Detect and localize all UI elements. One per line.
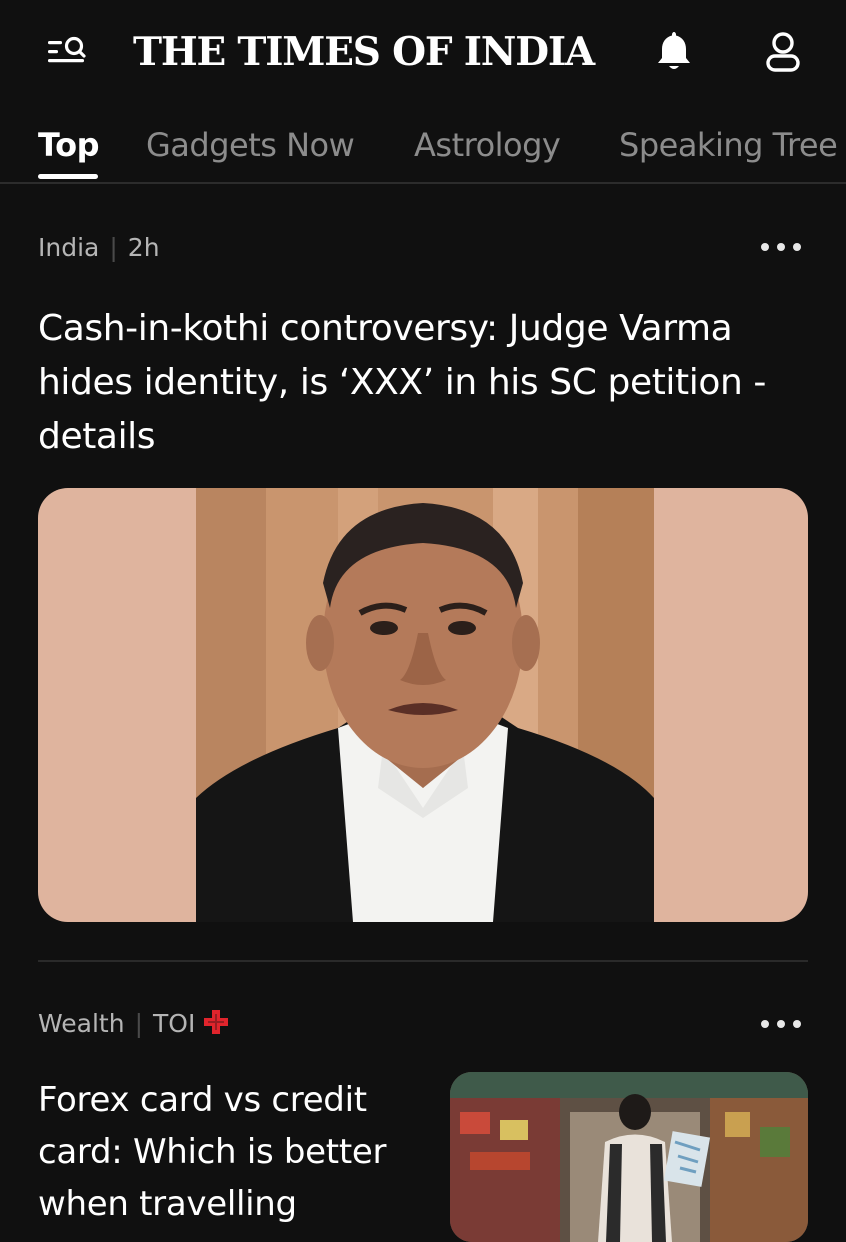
article-meta: Wealth | TOI xyxy=(38,1009,229,1038)
top-header: THE TIMES OF INDIA xyxy=(0,0,846,105)
tab-speaking-tree[interactable]: Speaking Tree xyxy=(619,126,838,164)
article-headline[interactable]: Cash-in-kothi controversy: Judge Varma h… xyxy=(38,302,808,464)
article-meta: India | 2h xyxy=(38,233,160,262)
user-icon[interactable] xyxy=(761,28,805,76)
article-divider xyxy=(38,960,808,962)
category-tabs: Top Gadgets Now Astrology Speaking Tree xyxy=(0,118,846,184)
meta-divider: | xyxy=(134,1009,143,1038)
app-logo[interactable]: THE TIMES OF INDIA xyxy=(133,24,595,80)
tab-top[interactable]: Top xyxy=(38,126,99,164)
more-dots-icon[interactable] xyxy=(761,1009,801,1039)
article-section[interactable]: India xyxy=(38,233,99,262)
article-source: TOI xyxy=(153,1009,196,1038)
market-street-image xyxy=(450,1072,808,1242)
active-tab-indicator xyxy=(38,174,98,179)
bell-icon[interactable] xyxy=(652,28,696,74)
toi-plus-icon xyxy=(203,1009,229,1035)
tab-astrology[interactable]: Astrology xyxy=(414,126,561,164)
article-time: 2h xyxy=(127,233,160,262)
meta-divider: | xyxy=(109,233,118,262)
article-thumbnail[interactable] xyxy=(450,1072,808,1242)
tab-gadgets-now[interactable]: Gadgets Now xyxy=(146,126,355,164)
article-hero-image[interactable] xyxy=(38,488,808,922)
judge-portrait-image xyxy=(196,488,654,922)
more-dots-icon[interactable] xyxy=(761,232,801,262)
article-section[interactable]: Wealth xyxy=(38,1009,125,1038)
article-headline[interactable]: Forex card vs credit card: Which is bett… xyxy=(38,1074,428,1230)
menu-search-icon[interactable] xyxy=(44,32,90,72)
